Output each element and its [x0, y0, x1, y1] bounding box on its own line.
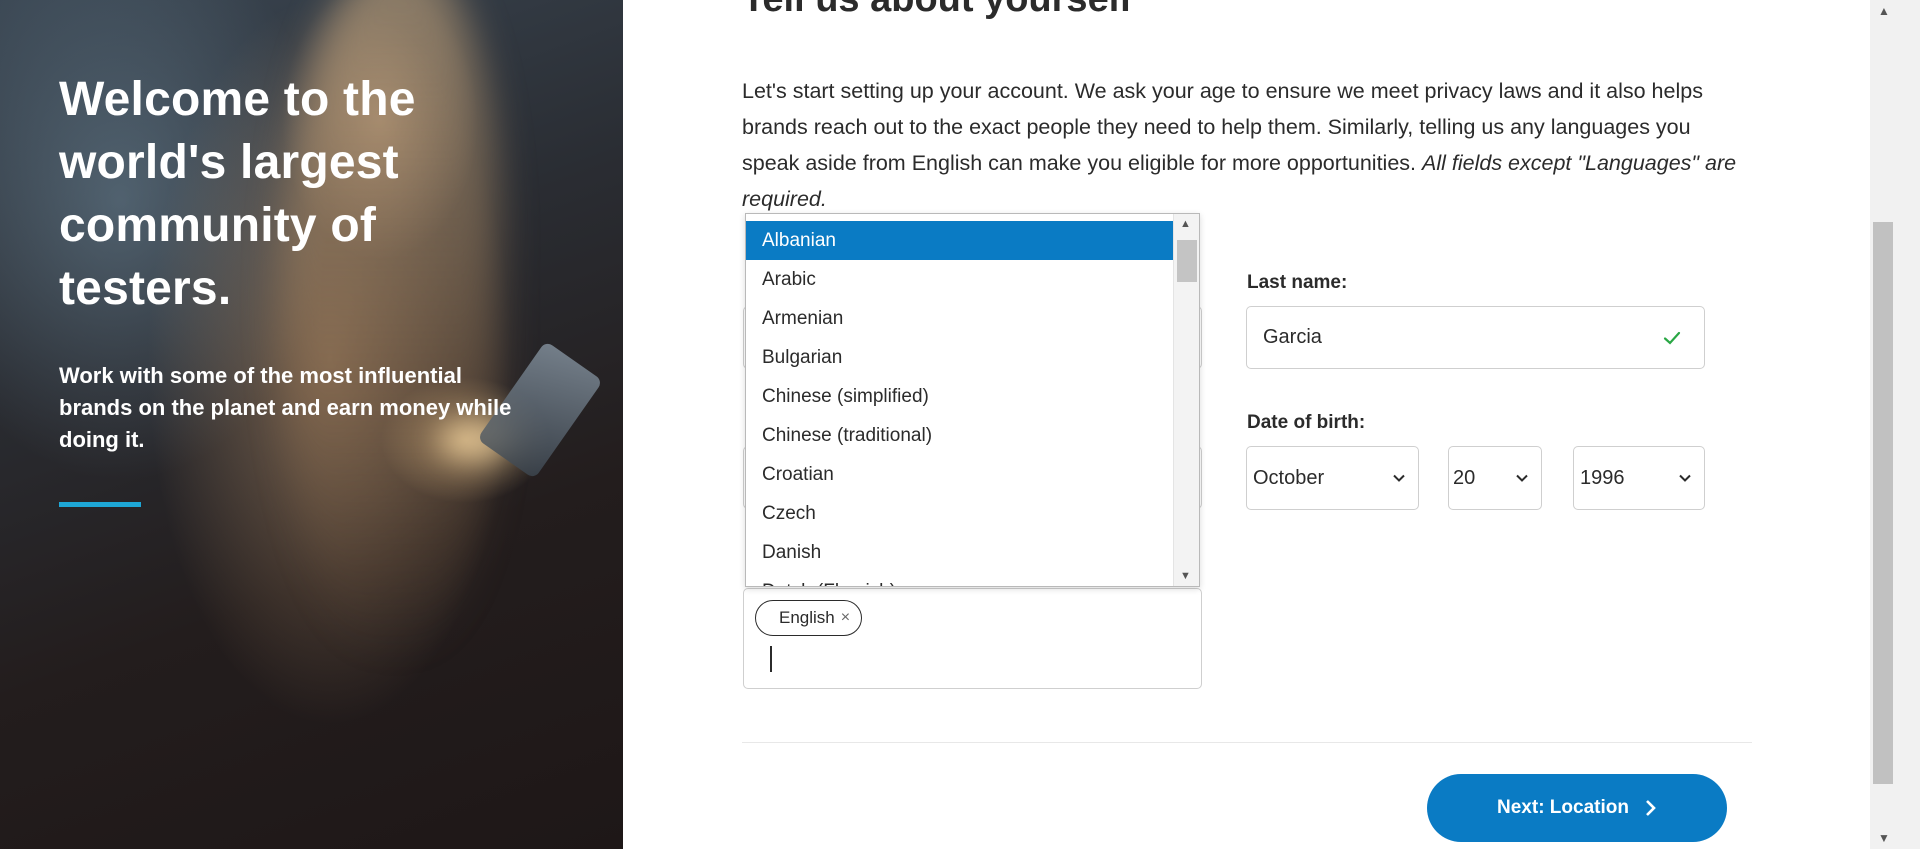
dob-year-value: 1996 [1580, 466, 1625, 489]
language-option[interactable]: Chinese (traditional) [746, 416, 1173, 455]
dropdown-scroll-thumb[interactable] [1177, 240, 1197, 282]
close-icon[interactable]: × [841, 609, 850, 627]
scroll-down-icon[interactable]: ▼ [1180, 570, 1191, 582]
language-option[interactable]: Chinese (simplified) [746, 377, 1173, 416]
chevron-down-icon [1516, 474, 1528, 482]
chevron-down-icon [1393, 474, 1405, 482]
scroll-up-icon[interactable]: ▲ [1180, 218, 1191, 230]
hero-panel: Welcome to the world's largest community… [0, 0, 623, 849]
scroll-up-icon[interactable]: ▲ [1878, 4, 1890, 18]
intro-text: Let's start setting up your account. We … [742, 73, 1747, 217]
last-name-label: Last name: [1247, 272, 1348, 293]
language-option[interactable]: Arabic [746, 260, 1173, 299]
language-chip-english: English × [755, 600, 863, 636]
page-scroll-thumb[interactable] [1873, 222, 1893, 784]
language-option[interactable]: Bulgarian [746, 338, 1173, 377]
languages-input[interactable]: English × [743, 588, 1202, 689]
language-option[interactable]: Albanian [746, 221, 1173, 260]
dob-month-select[interactable]: October [1246, 446, 1419, 510]
dob-label: Date of birth: [1247, 412, 1366, 433]
language-option[interactable]: Danish [746, 533, 1173, 572]
dob-day-value: 20 [1453, 466, 1476, 489]
language-dropdown-list[interactable]: Albanian Arabic Armenian Bulgarian Chinese (… [745, 213, 1200, 587]
last-name-input[interactable]: Garcia [1246, 306, 1705, 369]
language-option[interactable]: Dutch (Flemish) [746, 572, 1173, 586]
dropdown-scrollbar[interactable]: ▲ ▼ [1173, 214, 1199, 586]
hero-subtitle: Work with some of the most influential b… [59, 363, 512, 452]
chevron-right-icon [1646, 800, 1656, 816]
dob-year-select[interactable]: 1996 [1573, 446, 1705, 510]
next-location-button[interactable]: Next: Location [1427, 774, 1727, 842]
next-button-label: Next: Location [1497, 797, 1629, 818]
language-option[interactable]: Armenian [746, 299, 1173, 338]
chevron-down-icon [1679, 474, 1691, 482]
hero-accent-bar [59, 502, 141, 507]
form-divider [742, 742, 1752, 743]
dob-month-value: October [1253, 466, 1325, 489]
page-scrollbar[interactable]: ▲ ▼ [1870, 0, 1920, 849]
dob-day-select[interactable]: 20 [1448, 446, 1542, 510]
language-chip-label: English [779, 608, 835, 627]
language-option[interactable]: Czech [746, 494, 1173, 533]
scroll-down-icon[interactable]: ▼ [1878, 831, 1890, 845]
text-caret [770, 646, 772, 672]
language-option[interactable]: Croatian [746, 455, 1173, 494]
last-name-value: Garcia [1263, 326, 1322, 348]
page-title: Tell us about yourself [742, 0, 1132, 21]
hero-title: Welcome to the world's largest community… [59, 73, 416, 315]
language-options: Albanian Arabic Armenian Bulgarian Chinese (… [746, 221, 1173, 586]
check-icon [1663, 331, 1681, 345]
